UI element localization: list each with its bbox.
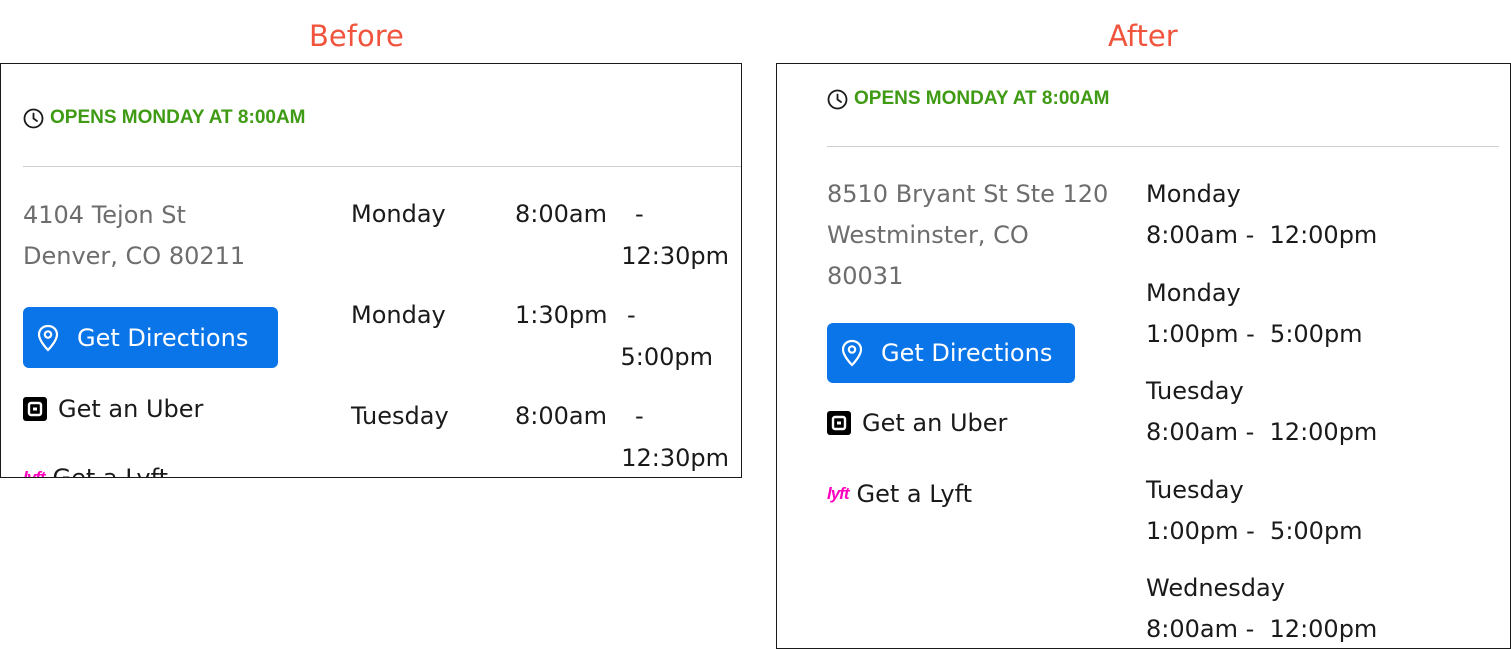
hours-day: Tuesday xyxy=(351,402,449,430)
hours-day: Monday xyxy=(1146,278,1241,307)
hours-row: Tuesday 8:00am - 12:30pm xyxy=(351,394,741,477)
uber-icon xyxy=(23,397,47,421)
get-uber-link[interactable]: Get an Uber xyxy=(827,409,1007,437)
get-lyft-link[interactable]: lyft Get a Lyft xyxy=(23,464,169,478)
hours-separator: - xyxy=(627,301,636,329)
get-directions-label: Get Directions xyxy=(881,339,1053,367)
hours-row: Monday 8:00am - 12:30pm xyxy=(351,192,741,293)
address-line: Denver, CO 80211 xyxy=(23,242,246,270)
map-pin-icon xyxy=(841,339,863,367)
hours-row: Monday 1:30pm - 5:00pm xyxy=(351,293,741,394)
after-caption: After xyxy=(1108,19,1178,53)
clock-icon xyxy=(827,89,848,110)
get-directions-label: Get Directions xyxy=(77,323,249,352)
lyft-icon: lyft xyxy=(23,468,45,478)
get-lyft-link[interactable]: lyft Get a Lyft xyxy=(827,480,972,508)
hours-day: Tuesday xyxy=(1146,475,1244,504)
hours-times: 8:00am - 12:00pm xyxy=(1146,221,1378,249)
hours-list: Monday 8:00am - 12:00pm Monday 1:00pm - … xyxy=(1146,174,1378,648)
get-uber-label: Get an Uber xyxy=(58,395,204,423)
get-lyft-label: Get a Lyft xyxy=(52,464,169,478)
uber-icon xyxy=(827,411,851,435)
address: 4104 Tejon St Denver, CO 80211 xyxy=(23,195,245,277)
open-status: OPENS MONDAY AT 8:00AM xyxy=(23,107,306,129)
divider xyxy=(23,166,741,167)
hours-day: Wednesday xyxy=(1146,574,1285,602)
map-pin-icon xyxy=(37,324,59,352)
clock-icon xyxy=(23,108,44,129)
get-lyft-label: Get a Lyft xyxy=(856,480,973,508)
open-status: OPENS MONDAY AT 8:00AM xyxy=(827,88,1110,110)
get-directions-button[interactable]: Get Directions xyxy=(23,307,278,368)
hours-close: 5:00pm xyxy=(620,343,713,371)
open-status-text: OPENS MONDAY AT 8:00AM xyxy=(854,88,1110,109)
address: 8510 Bryant St Ste 120 Westminster, CO 8… xyxy=(827,174,1108,297)
hours-day: Tuesday xyxy=(1146,377,1244,405)
address-line: Westminster, CO xyxy=(827,221,1029,249)
hours-row: Wednesday 8:00am - 12:00pm xyxy=(1146,568,1378,648)
address-line: 80031 xyxy=(827,262,904,290)
hours-separator: - xyxy=(635,402,644,430)
hours-times: 8:00am - 12:00pm xyxy=(1146,615,1378,643)
hours-open: 8:00am xyxy=(515,200,607,228)
get-directions-button[interactable]: Get Directions xyxy=(827,323,1075,383)
hours-close: 12:30pm xyxy=(621,242,729,270)
address-line: 4104 Tejon St xyxy=(23,201,186,229)
hours-row: Monday 1:00pm - 5:00pm xyxy=(1146,273,1377,372)
hours-times: 8:00am - 12:00pm xyxy=(1146,418,1378,446)
lyft-icon: lyft xyxy=(827,484,849,503)
after-panel: OPENS MONDAY AT 8:00AM 8510 Bryant St St… xyxy=(776,63,1511,649)
hours-day: Monday xyxy=(351,200,446,228)
hours-open: 8:00am xyxy=(515,402,607,430)
hours-times: 1:00pm - 5:00pm xyxy=(1146,319,1363,348)
open-status-text: OPENS MONDAY AT 8:00AM xyxy=(50,107,306,128)
get-uber-label: Get an Uber xyxy=(862,409,1008,437)
get-uber-link[interactable]: Get an Uber xyxy=(23,395,203,423)
divider xyxy=(827,146,1499,147)
hours-row: Tuesday 8:00am - 12:00pm xyxy=(1146,371,1377,470)
hours-open: 1:30pm xyxy=(515,301,608,329)
hours-day: Monday xyxy=(351,301,446,329)
before-caption: Before xyxy=(309,19,404,53)
hours-row: Monday 8:00am - 12:00pm xyxy=(1146,174,1377,273)
hours-list: Monday 8:00am - 12:30pm Monday 1:30pm - … xyxy=(351,192,741,477)
before-panel: OPENS MONDAY AT 8:00AM 4104 Tejon St Den… xyxy=(0,63,742,478)
hours-day: Monday xyxy=(1146,180,1241,208)
address-line: 8510 Bryant St Ste 120 xyxy=(827,180,1109,208)
hours-times: 1:00pm - 5:00pm xyxy=(1146,516,1363,545)
hours-close: 12:30pm xyxy=(621,444,729,472)
hours-separator: - xyxy=(635,200,644,228)
hours-row: Tuesday 1:00pm - 5:00pm xyxy=(1146,470,1377,569)
